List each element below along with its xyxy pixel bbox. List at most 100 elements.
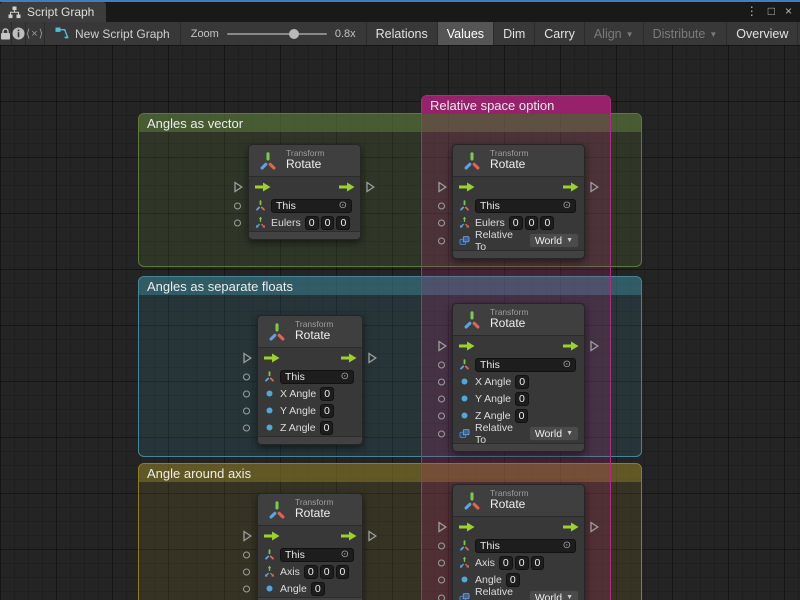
object-field[interactable]: This⊙ bbox=[475, 539, 576, 553]
object-field[interactable]: This⊙ bbox=[280, 548, 354, 562]
value-input[interactable]: 0 bbox=[515, 556, 529, 570]
node-transform-rotate[interactable]: TransformRotateThis⊙Axis000Angle0 bbox=[257, 493, 363, 600]
value-input[interactable]: 0 bbox=[336, 565, 350, 579]
value-input[interactable]: 0 bbox=[320, 387, 334, 401]
object-picker-icon[interactable]: ⊙ bbox=[339, 201, 347, 211]
flow-output-port[interactable] bbox=[590, 341, 599, 352]
value-input[interactable]: 0 bbox=[320, 565, 334, 579]
flow-input-port[interactable] bbox=[243, 531, 252, 542]
value-input[interactable]: 0 bbox=[311, 582, 325, 596]
graph-canvas[interactable]: Angles as vectorAngles as separate float… bbox=[0, 45, 800, 600]
toolbar-button-distribute[interactable]: Distribute▼ bbox=[644, 22, 727, 45]
this-input-port[interactable] bbox=[243, 373, 250, 380]
value-input[interactable]: 0 bbox=[304, 565, 318, 579]
z-angle-input-port[interactable] bbox=[243, 424, 250, 431]
value-input[interactable]: 0 bbox=[540, 216, 554, 230]
value-input[interactable]: 0 bbox=[320, 404, 334, 418]
this-input-port[interactable] bbox=[438, 542, 445, 549]
toolbar-button-relations[interactable]: Relations bbox=[367, 22, 437, 45]
toolbar-button-overview[interactable]: Overview bbox=[727, 22, 797, 45]
this-input-port[interactable] bbox=[438, 361, 445, 368]
object-field[interactable]: This⊙ bbox=[475, 199, 576, 213]
object-picker-icon[interactable]: ⊙ bbox=[341, 372, 349, 382]
object-field[interactable]: This⊙ bbox=[271, 199, 352, 213]
maximize-icon[interactable]: □ bbox=[768, 5, 775, 17]
value-input[interactable]: 0 bbox=[509, 216, 523, 230]
relative-to-input-port[interactable] bbox=[438, 430, 445, 437]
object-picker-icon[interactable]: ⊙ bbox=[563, 541, 571, 551]
flow-output-port[interactable] bbox=[366, 182, 375, 193]
flow-input-port[interactable] bbox=[438, 522, 447, 533]
value-input[interactable]: 0 bbox=[506, 573, 520, 587]
value-input[interactable]: 0 bbox=[515, 409, 529, 423]
toolbar-button-carry[interactable]: Carry bbox=[535, 22, 584, 45]
value-input[interactable]: 0 bbox=[336, 216, 350, 230]
value-input[interactable]: 0 bbox=[515, 392, 529, 406]
inspect-button[interactable] bbox=[12, 22, 25, 45]
value-input[interactable]: 0 bbox=[499, 556, 513, 570]
value-input[interactable]: 0 bbox=[531, 556, 545, 570]
node-header[interactable]: TransformRotate bbox=[258, 494, 362, 526]
x-angle-input-port[interactable] bbox=[243, 390, 250, 397]
y-angle-input-port[interactable] bbox=[243, 407, 250, 414]
object-picker-icon[interactable]: ⊙ bbox=[563, 201, 571, 211]
toolbar-button-align[interactable]: Align▼ bbox=[585, 22, 643, 45]
tab-script-graph[interactable]: Script Graph bbox=[0, 2, 106, 22]
relative-to-input-port[interactable] bbox=[438, 237, 445, 244]
node-header[interactable]: TransformRotate bbox=[453, 145, 584, 177]
x-angle-input-port[interactable] bbox=[438, 378, 445, 385]
value-input[interactable]: 0 bbox=[515, 375, 529, 389]
relative-to-dropdown[interactable]: World▼ bbox=[529, 590, 579, 600]
flow-output-port[interactable] bbox=[368, 353, 377, 364]
object-field[interactable]: This⊙ bbox=[280, 370, 354, 384]
preview-code-button[interactable]: ⟨×⟩ bbox=[26, 22, 44, 45]
group-header[interactable]: Relative space option bbox=[422, 96, 610, 114]
flow-input-port[interactable] bbox=[243, 353, 252, 364]
this-input-port[interactable] bbox=[234, 202, 241, 209]
node-header[interactable]: TransformRotate bbox=[453, 485, 584, 517]
node-transform-rotate[interactable]: TransformRotateThis⊙X Angle0Y Angle0Z An… bbox=[452, 303, 585, 452]
flow-output-port[interactable] bbox=[590, 182, 599, 193]
flow-output-port[interactable] bbox=[368, 531, 377, 542]
y-angle-input-port[interactable] bbox=[438, 395, 445, 402]
relative-to-input-port[interactable] bbox=[438, 594, 445, 600]
node-transform-rotate[interactable]: TransformRotateThis⊙Eulers000Relative To… bbox=[452, 144, 585, 259]
value-input[interactable]: 0 bbox=[525, 216, 539, 230]
node-transform-rotate[interactable]: TransformRotateThis⊙X Angle0Y Angle0Z An… bbox=[257, 315, 363, 445]
object-picker-icon[interactable]: ⊙ bbox=[341, 550, 349, 560]
node-transform-rotate[interactable]: TransformRotateThis⊙Eulers000 bbox=[248, 144, 361, 240]
float-icon bbox=[458, 409, 471, 422]
this-input-port[interactable] bbox=[243, 551, 250, 558]
angle-input-port[interactable] bbox=[243, 585, 250, 592]
value-input[interactable]: 0 bbox=[305, 216, 319, 230]
node-transform-rotate[interactable]: TransformRotateThis⊙Axis000Angle0Relativ… bbox=[452, 484, 585, 600]
eulers-input-port[interactable] bbox=[234, 219, 241, 226]
node-header[interactable]: TransformRotate bbox=[453, 304, 584, 336]
flow-input-port[interactable] bbox=[438, 182, 447, 193]
toolbar-button-dim[interactable]: Dim bbox=[494, 22, 534, 45]
axis-input-port[interactable] bbox=[243, 568, 250, 575]
toolbar-button-values[interactable]: Values bbox=[438, 22, 493, 45]
zoom-slider-knob[interactable] bbox=[289, 29, 299, 39]
object-field[interactable]: This⊙ bbox=[475, 358, 576, 372]
kebab-menu-icon[interactable]: ⋮ bbox=[746, 5, 758, 17]
lock-button[interactable] bbox=[0, 22, 11, 45]
value-input[interactable]: 0 bbox=[320, 421, 334, 435]
z-angle-input-port[interactable] bbox=[438, 412, 445, 419]
this-input-port[interactable] bbox=[438, 202, 445, 209]
relative-to-dropdown[interactable]: World▼ bbox=[529, 426, 579, 441]
value-input[interactable]: 0 bbox=[321, 216, 335, 230]
node-header[interactable]: TransformRotate bbox=[249, 145, 360, 177]
angle-input-port[interactable] bbox=[438, 576, 445, 583]
close-icon[interactable]: × bbox=[785, 5, 792, 17]
flow-output-port[interactable] bbox=[590, 522, 599, 533]
node-header[interactable]: TransformRotate bbox=[258, 316, 362, 348]
object-picker-icon[interactable]: ⊙ bbox=[563, 360, 571, 370]
graph-name-button[interactable]: New Script Graph bbox=[45, 22, 180, 45]
flow-input-port[interactable] bbox=[438, 341, 447, 352]
eulers-input-port[interactable] bbox=[438, 219, 445, 226]
relative-to-dropdown[interactable]: World▼ bbox=[529, 233, 579, 248]
flow-input-port[interactable] bbox=[234, 182, 243, 193]
zoom-slider-track[interactable] bbox=[227, 33, 327, 35]
axis-input-port[interactable] bbox=[438, 559, 445, 566]
